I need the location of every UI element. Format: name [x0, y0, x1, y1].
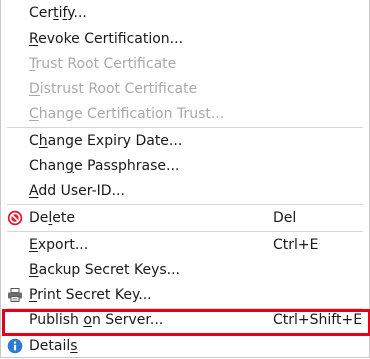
menu-item-label: Add User-ID...: [29, 183, 125, 199]
menu-item-label: Certify...: [29, 5, 87, 21]
menu-item-label: Print Secret Key...: [29, 287, 152, 303]
menu-item-label: Revoke Certification...: [29, 31, 184, 47]
menu-item-change-expiry-date[interactable]: Change Expiry Date...: [1, 128, 369, 154]
menu-item-export[interactable]: Export... Ctrl+E: [1, 232, 369, 258]
menu-item-trust-root-certificate: Trust Root Certificate: [1, 51, 369, 77]
menu-item-add-user-id[interactable]: Add User-ID...: [1, 178, 369, 204]
context-menu: Certify... Revoke Certification... Trust…: [0, 0, 370, 358]
menu-item-label: Details: [29, 338, 78, 354]
menu-item-publish-on-server[interactable]: Publish on Server... Ctrl+Shift+E: [1, 307, 369, 333]
menu-item-details[interactable]: Details: [1, 333, 369, 359]
menu-item-delete[interactable]: Delete Del: [1, 205, 369, 231]
menu-item-label: Change Passphrase...: [29, 158, 180, 174]
menu-item-shortcut: Del: [273, 210, 297, 226]
delete-icon: [7, 210, 23, 226]
menu-item-change-passphrase[interactable]: Change Passphrase...: [1, 153, 369, 179]
menu-item-label: Publish on Server...: [29, 312, 164, 328]
menu-item-label: Trust Root Certificate: [29, 56, 177, 72]
menu-item-label: Delete: [29, 210, 76, 226]
menu-item-label: Change Certification Trust...: [29, 106, 225, 122]
printer-icon: [8, 288, 22, 302]
menu-item-label: Export...: [29, 237, 89, 253]
menu-item-shortcut: Ctrl+Shift+E: [273, 312, 363, 328]
menu-item-change-certification-trust: Change Certification Trust...: [1, 101, 369, 127]
menu-item-label: Change Expiry Date...: [29, 133, 183, 149]
menu-item-revoke-certification[interactable]: Revoke Certification...: [1, 26, 369, 52]
menu-item-label: Distrust Root Certificate: [29, 81, 198, 97]
menu-item-distrust-root-certificate: Distrust Root Certificate: [1, 76, 369, 102]
menu-item-backup-secret-keys[interactable]: Backup Secret Keys...: [1, 257, 369, 283]
menu-item-certify[interactable]: Certify...: [1, 0, 369, 26]
menu-item-shortcut: Ctrl+E: [273, 237, 319, 253]
menu-item-label: Backup Secret Keys...: [29, 262, 180, 278]
info-icon: [7, 338, 23, 354]
menu-item-print-secret-key[interactable]: Print Secret Key...: [1, 282, 369, 308]
